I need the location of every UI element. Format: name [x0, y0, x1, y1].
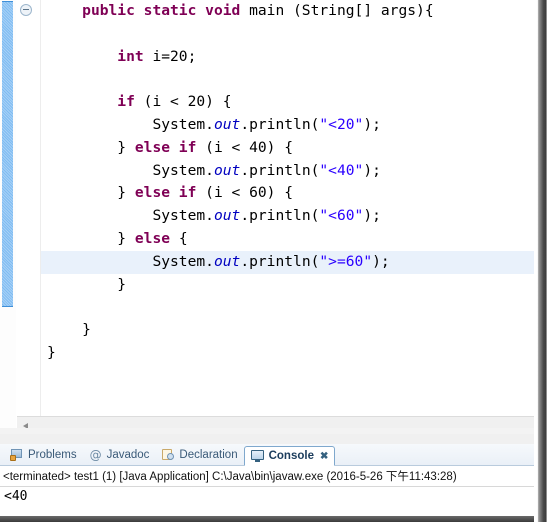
code-token-fld: out: [213, 115, 241, 133]
eclipse-ide-window: public static void main (String[] args){…: [0, 0, 549, 522]
code-token-plain: .println(: [240, 207, 320, 225]
close-icon[interactable]: ✖: [320, 451, 328, 462]
code-line[interactable]: [41, 68, 534, 91]
tab-console[interactable]: Console ✖: [243, 446, 336, 466]
tab-declaration[interactable]: Declaration: [155, 445, 243, 465]
code-folding-bar[interactable]: [16, 0, 41, 434]
code-line[interactable]: if (i < 20) {: [41, 91, 534, 114]
tab-label: Declaration: [179, 449, 238, 461]
code-token-plain: System.: [152, 207, 214, 225]
tab-javadoc[interactable]: @ Javadoc: [83, 445, 156, 465]
tab-label: Console: [268, 450, 314, 462]
code-token-plain: );: [372, 252, 390, 270]
code-token-kw: public static void: [82, 2, 250, 19]
problems-icon: [10, 448, 24, 462]
tab-label: Problems: [28, 449, 77, 461]
code-token-plain: }: [117, 229, 135, 247]
view-tab-bar[interactable]: Problems @ Javadoc Declaration Console ✖: [0, 444, 534, 466]
editor-console-sash[interactable]: [0, 434, 534, 444]
code-line[interactable]: }: [41, 342, 534, 365]
code-token-plain: }: [82, 321, 91, 339]
code-token-kw: else if: [134, 184, 197, 202]
code-token-plain: );: [363, 207, 381, 225]
console-icon: [250, 449, 265, 463]
code-token-plain: {: [170, 229, 188, 247]
console-launch-config-line: <terminated> test1 (1) [Java Application…: [0, 466, 534, 487]
tab-label: Javadoc: [106, 449, 150, 461]
bottom-view-stack: Problems @ Javadoc Declaration Console ✖ <ter…: [0, 444, 534, 522]
code-token-plain: .println(: [240, 161, 320, 179]
code-line[interactable]: } else if (i < 40) {: [41, 137, 534, 160]
code-token-plain: System.: [152, 161, 214, 179]
code-surface[interactable]: public static void main (String[] args){…: [41, 0, 534, 411]
code-line[interactable]: System.out.println("<40");: [41, 160, 534, 183]
code-token-plain: .println(: [240, 115, 320, 133]
code-token-str: "<20": [319, 115, 364, 133]
code-token-fld: out: [213, 252, 241, 270]
code-text[interactable]: public static void main (String[] args){…: [41, 0, 534, 365]
code-token-plain: i=20;: [143, 47, 197, 65]
code-line[interactable]: }: [41, 274, 534, 297]
javadoc-icon: @: [89, 448, 102, 462]
method-range-marker: [2, 1, 13, 307]
code-line[interactable]: } else if (i < 60) {: [41, 182, 534, 205]
window-bottom-edge: [0, 516, 534, 522]
code-line[interactable]: } else {: [41, 228, 534, 251]
code-token-plain: (i < 60) {: [196, 184, 294, 202]
code-token-plain: );: [363, 115, 381, 133]
code-token-fld: out: [213, 207, 241, 225]
code-token-plain: main (String[] args){: [249, 2, 434, 19]
code-token-plain: (i < 20) {: [134, 93, 232, 111]
code-token-fld: out: [213, 161, 241, 179]
window-right-edge: [534, 0, 549, 522]
code-token-plain: }: [117, 138, 135, 156]
declaration-icon: [161, 448, 175, 462]
code-line[interactable]: int i=20;: [41, 46, 534, 69]
code-line[interactable]: [41, 23, 534, 46]
code-token-str: ">=60": [319, 252, 373, 270]
code-token-str: "<60": [319, 207, 364, 225]
code-token-plain: }: [47, 343, 56, 361]
code-token-kw: int: [117, 47, 144, 65]
code-token-plain: .println(: [240, 252, 320, 270]
code-line[interactable]: [41, 296, 534, 319]
tab-problems[interactable]: Problems: [4, 445, 83, 465]
code-token-plain: );: [363, 161, 381, 179]
annotation-marker-bar[interactable]: [0, 0, 17, 434]
code-token-plain: System.: [152, 252, 214, 270]
code-line[interactable]: System.out.println("<20");: [41, 114, 534, 137]
code-token-plain: }: [117, 275, 127, 293]
code-line[interactable]: public static void main (String[] args){: [41, 0, 534, 23]
code-token-str: "<40": [319, 161, 364, 179]
fold-collapse-icon[interactable]: [20, 4, 32, 16]
code-token-plain: (i < 40) {: [196, 138, 294, 156]
code-line[interactable]: System.out.println("<60");: [41, 205, 534, 228]
console-output-text[interactable]: <40: [0, 487, 534, 517]
code-token-plain: }: [117, 184, 135, 202]
code-line[interactable]: System.out.println(">=60");: [41, 250, 534, 274]
code-token-kw: else: [134, 229, 171, 247]
code-token-plain: System.: [152, 115, 214, 133]
code-token-kw: if: [117, 93, 135, 111]
code-line[interactable]: }: [41, 319, 534, 342]
java-source-editor[interactable]: public static void main (String[] args){…: [0, 0, 534, 434]
code-token-kw: else if: [134, 138, 197, 156]
